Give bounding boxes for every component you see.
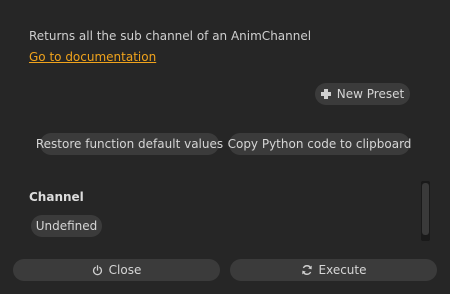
refresh-icon [301, 265, 312, 275]
close-label: Close [108, 263, 142, 277]
parameters-scrollbar[interactable] [421, 181, 430, 241]
copy-python-button[interactable]: Copy Python code to clipboard [227, 133, 412, 155]
restore-defaults-label: Restore function default values [35, 137, 224, 151]
plus-icon [320, 89, 331, 99]
power-icon [92, 264, 102, 275]
function-description: Returns all the sub channel of an AnimCh… [29, 29, 312, 43]
execute-button[interactable]: Execute [230, 259, 437, 281]
close-button[interactable]: Close [13, 259, 220, 281]
execute-label: Execute [318, 263, 367, 277]
documentation-link[interactable]: Go to documentation [29, 50, 156, 64]
channel-value-button[interactable]: Undefined [31, 215, 102, 237]
scrollbar-thumb[interactable] [422, 183, 429, 235]
restore-defaults-button[interactable]: Restore function default values [36, 133, 223, 155]
copy-python-label: Copy Python code to clipboard [227, 137, 412, 151]
new-preset-label: New Preset [336, 87, 405, 101]
new-preset-button[interactable]: New Preset [315, 83, 410, 105]
channel-param-label: Channel [29, 190, 84, 204]
channel-value-label: Undefined [35, 219, 98, 233]
